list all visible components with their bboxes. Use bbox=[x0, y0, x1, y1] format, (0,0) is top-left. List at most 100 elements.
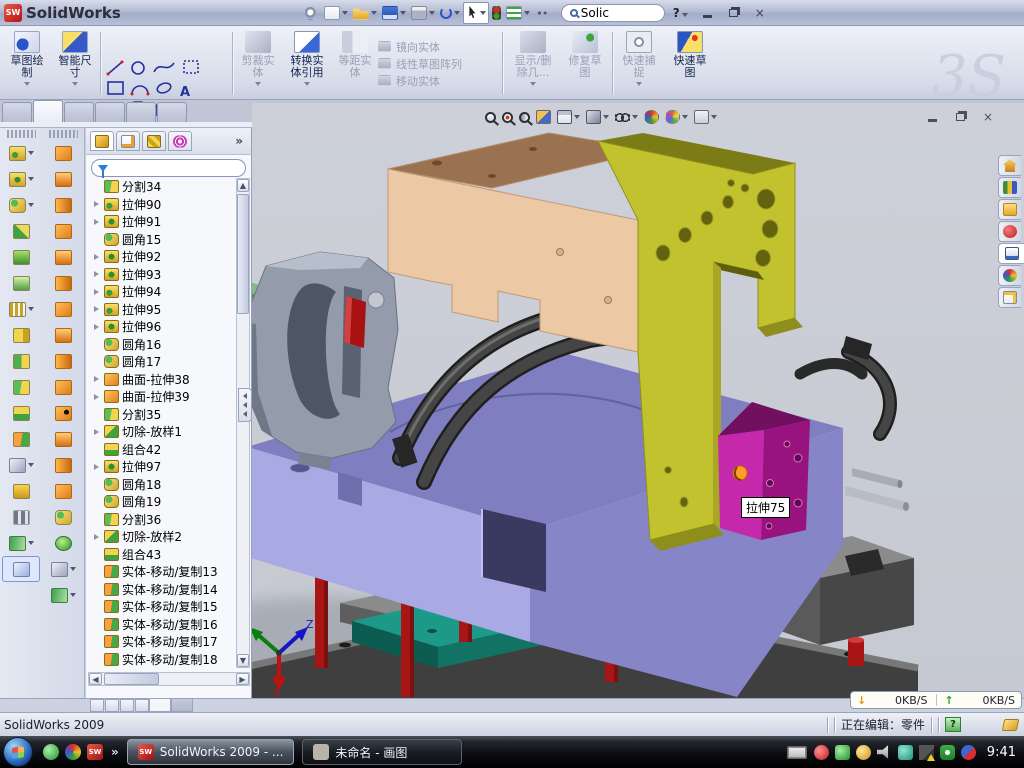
mold-toolbar-button[interactable] bbox=[44, 504, 82, 530]
tree-item[interactable]: 分割36 bbox=[88, 511, 235, 529]
search-value[interactable]: Solic bbox=[581, 6, 609, 20]
menu-item[interactable] bbox=[267, 10, 287, 16]
vertical-scroll-thumb[interactable] bbox=[237, 194, 249, 314]
expand-arrow-icon[interactable] bbox=[92, 534, 101, 540]
rapid-sketch-button[interactable]: 快速草 图 bbox=[666, 28, 714, 96]
tree-item[interactable]: 分割34 bbox=[88, 178, 235, 196]
tab-nav-button[interactable] bbox=[120, 699, 134, 712]
heads-up-icon[interactable] bbox=[693, 109, 718, 125]
heads-up-icon[interactable] bbox=[518, 111, 531, 124]
ribbon-tab[interactable] bbox=[64, 102, 94, 122]
ribbon-tab[interactable] bbox=[126, 102, 156, 122]
task-pane-tab[interactable] bbox=[998, 287, 1021, 308]
part-insert-block[interactable] bbox=[718, 402, 810, 540]
sketch-button[interactable]: 草图绘 制 bbox=[4, 28, 50, 96]
mold-toolbar-button[interactable] bbox=[44, 218, 82, 244]
move-entities-button[interactable]: 移动实体 bbox=[378, 72, 481, 89]
tray-icon[interactable] bbox=[940, 745, 955, 760]
feature-toolbar-button[interactable] bbox=[2, 244, 40, 270]
mold-toolbar-button[interactable] bbox=[44, 192, 82, 218]
feature-toolbar-button[interactable] bbox=[2, 504, 40, 530]
tree-item[interactable]: 拉伸91 bbox=[88, 213, 235, 231]
quick-tips-button[interactable]: ? bbox=[945, 717, 961, 732]
tree-item[interactable]: 实体-移动/复制16 bbox=[88, 616, 235, 634]
heads-up-icon[interactable] bbox=[664, 109, 689, 125]
part-hose-right[interactable] bbox=[800, 336, 890, 434]
quick-access-icon[interactable] bbox=[490, 2, 503, 24]
graphics-viewport[interactable]: Y Z X × 拉伸75 bbox=[252, 103, 1024, 698]
tree-filter-input[interactable] bbox=[91, 159, 246, 177]
ribbon-tab[interactable] bbox=[95, 102, 125, 122]
menu-item[interactable] bbox=[135, 10, 155, 16]
display-delete-relations-button[interactable]: 显示/删 除几... bbox=[508, 28, 558, 96]
expand-arrow-icon[interactable] bbox=[92, 429, 101, 435]
mold-toolbar-button[interactable] bbox=[44, 348, 82, 374]
task-pane-tab[interactable] bbox=[998, 177, 1021, 198]
task-pane-tab[interactable] bbox=[998, 243, 1024, 264]
keyboard-layout-icon[interactable] bbox=[787, 746, 807, 759]
feature-toolbar-button[interactable] bbox=[2, 426, 40, 452]
start-button[interactable] bbox=[3, 737, 33, 767]
expand-arrow-icon[interactable] bbox=[92, 289, 101, 295]
mold-toolbar-button[interactable] bbox=[44, 582, 82, 608]
ribbon-tab[interactable] bbox=[2, 102, 32, 122]
tray-icon[interactable] bbox=[919, 745, 934, 760]
feature-toolbar-button[interactable] bbox=[2, 166, 40, 192]
quick-snaps-button[interactable]: 快速捕 捉 bbox=[616, 28, 662, 96]
manager-tab[interactable] bbox=[90, 131, 114, 151]
offset-entities-button[interactable]: 等距实 体 bbox=[334, 28, 376, 96]
tree-item[interactable]: 圆角18 bbox=[88, 476, 235, 494]
feature-toolbar-button[interactable] bbox=[2, 140, 40, 166]
heads-up-icon[interactable] bbox=[585, 109, 610, 125]
mold-toolbar-button[interactable] bbox=[44, 556, 82, 582]
quick-launch-icon[interactable] bbox=[65, 744, 81, 760]
expand-arrow-icon[interactable] bbox=[92, 201, 101, 207]
part-slide-insert[interactable] bbox=[252, 252, 398, 470]
task-pane-tab[interactable] bbox=[998, 155, 1021, 176]
mold-toolbar-button[interactable] bbox=[44, 296, 82, 322]
tree-item[interactable]: 拉伸95 bbox=[88, 301, 235, 319]
feature-toolbar-button[interactable] bbox=[2, 374, 40, 400]
close-button[interactable]: × bbox=[750, 5, 770, 20]
heads-up-icon[interactable] bbox=[484, 111, 497, 124]
restore-button[interactable] bbox=[724, 5, 744, 20]
tab-nav-button[interactable] bbox=[105, 699, 119, 712]
task-pane-tab[interactable] bbox=[998, 265, 1021, 286]
feature-toolbar-button[interactable] bbox=[2, 296, 40, 322]
expand-arrow-icon[interactable] bbox=[92, 376, 101, 382]
mold-toolbar-button[interactable] bbox=[44, 140, 82, 166]
manager-tab[interactable] bbox=[142, 131, 166, 151]
task-pane-tab[interactable] bbox=[998, 221, 1021, 242]
tree-item[interactable]: 实体-移动/复制17 bbox=[88, 633, 235, 651]
doc-minimize-button[interactable] bbox=[922, 109, 942, 124]
quick-access-icon[interactable] bbox=[380, 2, 408, 24]
expand-arrow-icon[interactable] bbox=[92, 394, 101, 400]
doc-close-button[interactable]: × bbox=[978, 109, 998, 124]
menu-item[interactable] bbox=[157, 10, 177, 16]
tree-item[interactable]: 圆角17 bbox=[88, 353, 235, 371]
tree-item[interactable]: 拉伸93 bbox=[88, 266, 235, 284]
taskbar-window-button[interactable]: SW SolidWorks 2009 - ... bbox=[127, 739, 295, 765]
quick-access-icon[interactable] bbox=[438, 2, 462, 24]
help-button[interactable]: ? bbox=[673, 6, 688, 20]
tree-item[interactable]: 实体-移动/复制15 bbox=[88, 598, 235, 616]
ribbon-tab[interactable] bbox=[33, 100, 63, 122]
tree-item[interactable]: 实体-移动/复制13 bbox=[88, 563, 235, 581]
tree-item[interactable]: 切除-放样2 bbox=[88, 528, 235, 546]
mold-toolbar-button[interactable] bbox=[44, 322, 82, 348]
solidworks-launch-icon[interactable]: SW bbox=[87, 744, 103, 760]
tree-item[interactable]: 曲面-拉伸38 bbox=[88, 371, 235, 389]
mold-toolbar-button[interactable] bbox=[44, 530, 82, 556]
menu-item[interactable] bbox=[223, 10, 243, 16]
tree-item[interactable]: 实体-移动/复制18 bbox=[88, 651, 235, 669]
scroll-left-button[interactable]: ◀ bbox=[89, 673, 102, 685]
scroll-up-button[interactable]: ▲ bbox=[237, 179, 249, 192]
taskbar-clock[interactable]: 9:41 bbox=[987, 745, 1016, 760]
mold-toolbar-button[interactable] bbox=[44, 452, 82, 478]
tray-icon[interactable] bbox=[856, 745, 871, 760]
mold-toolbar-button[interactable] bbox=[44, 400, 82, 426]
menu-item[interactable] bbox=[245, 10, 265, 16]
expand-arrow-icon[interactable] bbox=[92, 464, 101, 470]
heads-up-icon[interactable] bbox=[501, 111, 514, 124]
feature-toolbar-button[interactable] bbox=[2, 270, 40, 296]
